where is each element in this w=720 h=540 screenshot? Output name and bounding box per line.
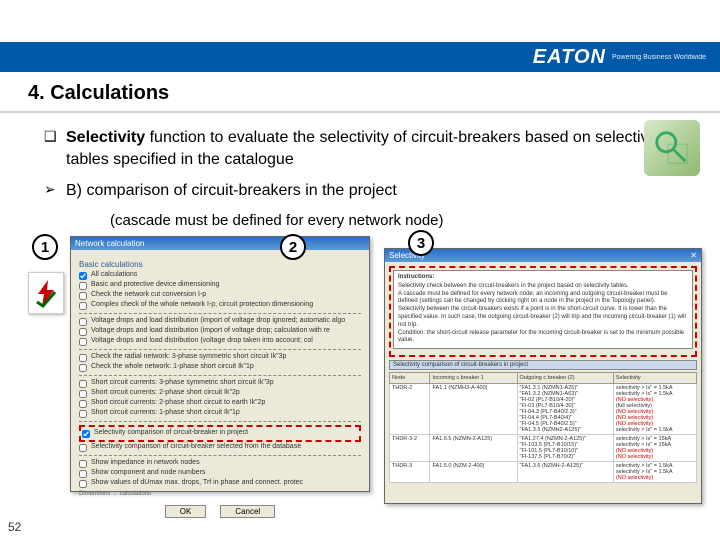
chk-i1[interactable]	[79, 460, 87, 468]
dialog-titlebar: Network calculation	[71, 237, 369, 250]
chk-sel1[interactable]	[82, 430, 90, 438]
chk-s2[interactable]	[79, 390, 87, 398]
bolt-icon	[28, 272, 64, 314]
chk-i3[interactable]	[79, 480, 87, 488]
chk-s1[interactable]	[79, 380, 87, 388]
col-incoming: Incoming c.breaker 1	[430, 373, 517, 384]
chk-sel2[interactable]	[79, 444, 87, 452]
bullet-text: B) comparison of circuit-breakers in the…	[66, 180, 692, 202]
chk-d1[interactable]	[79, 318, 87, 326]
section-heading: 4. Calculations	[0, 72, 720, 113]
col-sel: Selectivity	[613, 373, 696, 384]
group-basic: Basic calculations	[79, 260, 361, 269]
chk-b2[interactable]	[79, 292, 87, 300]
top-white-bar	[0, 0, 720, 42]
selectivity-icon	[644, 120, 700, 176]
eaton-tagline: Powering Business Worldwide	[612, 54, 706, 61]
chk-b1[interactable]	[79, 282, 87, 290]
header-blue-bar: EATON Powering Business Worldwide	[0, 42, 720, 72]
bullet-text: Selectivity function to evaluate the sel…	[66, 127, 692, 170]
network-calculation-dialog: Network calculation Basic calculations A…	[70, 236, 370, 492]
figure-area: 1 2 3 Network calculation Basic calculat…	[28, 228, 704, 508]
page-number: 52	[8, 520, 21, 534]
bullet-comparison: ➢ B) comparison of circuit-breakers in t…	[44, 180, 692, 202]
chk-n1[interactable]	[79, 354, 87, 362]
chk-all[interactable]	[79, 272, 87, 280]
bullet-marker: ➢	[44, 180, 66, 202]
instructions-box: Instructions: Selectivity check between …	[393, 270, 693, 349]
chk-b3[interactable]	[79, 302, 87, 310]
content-area: ❑ Selectivity function to evaluate the s…	[0, 113, 720, 229]
highlighted-instructions: Instructions: Selectivity check between …	[389, 266, 697, 357]
table-row: THDR-3-2FA1.6.5 (NZMN-2-A125)"FA1.27.4 (…	[390, 435, 697, 462]
bullet-marker: ❑	[44, 127, 66, 170]
chk-n2[interactable]	[79, 364, 87, 372]
label-1: 1	[32, 234, 58, 260]
col-outgoing: Outgoing c.breaker (2)	[517, 373, 613, 384]
highlighted-selectivity-option: Selectivity comparison of circuit-breake…	[79, 425, 361, 442]
bullet-selectivity: ❑ Selectivity function to evaluate the s…	[44, 127, 692, 170]
chk-s3[interactable]	[79, 400, 87, 408]
dialog-titlebar: Selectivity✕	[385, 249, 701, 262]
cancel-button[interactable]: Cancel	[220, 505, 275, 518]
eaton-logo: EATON	[533, 46, 606, 69]
label-2: 2	[280, 234, 306, 260]
banner: Selectivity comparison of circuit-breake…	[389, 360, 697, 370]
table-row: THDR-3FA1.5.0 (NZM-2-400)"FA1.3.6 (NZMH-…	[390, 462, 697, 483]
chk-d2[interactable]	[79, 328, 87, 336]
selectivity-dialog: Selectivity✕ Instructions: Selectivity c…	[384, 248, 702, 504]
chk-i2[interactable]	[79, 470, 87, 478]
ok-button[interactable]: OK	[165, 505, 207, 518]
section-title: 4. Calculations	[28, 82, 720, 105]
label-3: 3	[408, 230, 434, 256]
chk-s4[interactable]	[79, 410, 87, 418]
subline-text: (cascade must be defined for every netwo…	[110, 212, 692, 229]
chk-d3[interactable]	[79, 338, 87, 346]
close-icon[interactable]: ✕	[690, 251, 697, 260]
col-node: Node	[390, 373, 430, 384]
table-row: THDR-2FA1.1 (NZMH3-A-400)"FA1.3.1 (NZMN1…	[390, 384, 697, 435]
dim-note: Dimensions → calculations	[79, 491, 361, 497]
selectivity-table: Node Incoming c.breaker 1 Outgoing c.bre…	[389, 372, 697, 483]
